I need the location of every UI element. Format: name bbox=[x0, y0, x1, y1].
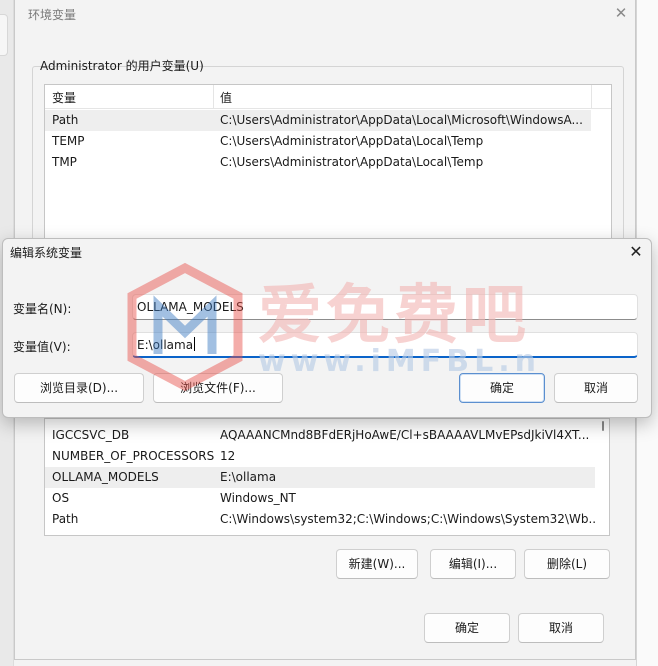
dialog-title: 编辑系统变量 bbox=[10, 246, 83, 260]
list-item[interactable]: NUMBER_OF_PROCESSORS 12 bbox=[45, 446, 595, 467]
list-item[interactable]: TEMP C:\Users\Administrator\AppData\Loca… bbox=[45, 131, 591, 152]
user-variables-list[interactable]: 变量 值 Path C:\Users\Administrator\AppData… bbox=[44, 84, 612, 244]
variable-name: IGCCSVC_DB bbox=[52, 428, 130, 442]
scrollbar-thumb[interactable] bbox=[602, 421, 604, 431]
list-header: 变量 值 bbox=[45, 85, 611, 109]
list-item[interactable]: IGCCSVC_DB AQAAANCMnd8BFdERjHoAwE/Cl+sBA… bbox=[45, 425, 595, 446]
variable-name: OS bbox=[52, 491, 70, 505]
close-icon[interactable]: ✕ bbox=[612, 4, 630, 22]
list-item[interactable]: OS Windows_NT bbox=[45, 488, 595, 509]
variable-name-value: OLLAMA_MODELS bbox=[137, 300, 244, 314]
column-header-variable[interactable]: 变量 bbox=[52, 89, 76, 106]
variable-name: OLLAMA_MODELS bbox=[52, 470, 159, 484]
vertical-scrollbar[interactable] bbox=[597, 419, 609, 535]
column-divider[interactable] bbox=[213, 85, 214, 109]
env-cancel-button[interactable]: 取消 bbox=[518, 613, 604, 643]
list-item[interactable]: TMP C:\Users\Administrator\AppData\Local… bbox=[45, 152, 591, 173]
variable-name: Path bbox=[52, 113, 79, 127]
variable-name: NUMBER_OF_PROCESSORS bbox=[52, 449, 215, 463]
list-item[interactable]: Path C:\Windows\system32;C:\Windows;C:\W… bbox=[45, 509, 600, 530]
variable-value: 12 bbox=[220, 449, 236, 463]
text-caret bbox=[194, 337, 196, 351]
variable-value: C:\Users\Administrator\AppData\Local\Tem… bbox=[220, 155, 484, 169]
browse-file-button[interactable]: 浏览文件(F)... bbox=[153, 373, 283, 403]
dialog-cancel-button[interactable]: 取消 bbox=[554, 373, 638, 403]
variable-value-text: E:\ollama bbox=[137, 338, 194, 352]
new-variable-button[interactable]: 新建(W)... bbox=[336, 549, 418, 579]
variable-value: E:\ollama bbox=[220, 470, 277, 484]
column-header-value[interactable]: 值 bbox=[220, 89, 232, 106]
column-divider[interactable] bbox=[591, 85, 592, 109]
system-variables-list[interactable]: IGCCSVC_DB AQAAANCMnd8BFdERjHoAwE/Cl+sBA… bbox=[44, 418, 610, 536]
background-tab bbox=[0, 14, 8, 56]
variable-name: TEMP bbox=[52, 134, 85, 148]
list-item[interactable]: OLLAMA_MODELS E:\ollama bbox=[45, 467, 595, 488]
variable-value-input[interactable]: E:\ollama bbox=[132, 332, 638, 358]
variable-value: C:\Users\Administrator\AppData\Local\Tem… bbox=[220, 134, 484, 148]
browse-directory-button[interactable]: 浏览目录(D)... bbox=[14, 373, 144, 403]
list-item[interactable]: Path C:\Users\Administrator\AppData\Loca… bbox=[45, 110, 591, 131]
variable-value: C:\Windows\system32;C:\Windows;C:\Window… bbox=[220, 512, 600, 526]
edit-variable-button[interactable]: 编辑(I)... bbox=[430, 549, 516, 579]
dialog-ok-button[interactable]: 确定 bbox=[459, 373, 545, 403]
delete-variable-button[interactable]: 删除(L) bbox=[524, 549, 610, 579]
variable-value: Windows_NT bbox=[220, 491, 296, 505]
variable-value: C:\Users\Administrator\AppData\Local\Mic… bbox=[220, 113, 583, 127]
window-title: 环境变量 bbox=[28, 8, 77, 22]
variable-value: AQAAANCMnd8BFdERjHoAwE/Cl+sBAAAAVLMvEPsd… bbox=[220, 428, 590, 442]
variable-name: TMP bbox=[52, 155, 77, 169]
variable-name-label: 变量名(N): bbox=[13, 302, 72, 316]
user-variables-group-label: Administrator 的用户变量(U) bbox=[40, 59, 204, 73]
variable-value-label: 变量值(V): bbox=[13, 340, 71, 354]
close-icon[interactable]: ✕ bbox=[626, 242, 646, 262]
env-ok-button[interactable]: 确定 bbox=[424, 613, 510, 643]
variable-name-input[interactable]: OLLAMA_MODELS bbox=[132, 294, 638, 320]
variable-name: Path bbox=[52, 512, 79, 526]
